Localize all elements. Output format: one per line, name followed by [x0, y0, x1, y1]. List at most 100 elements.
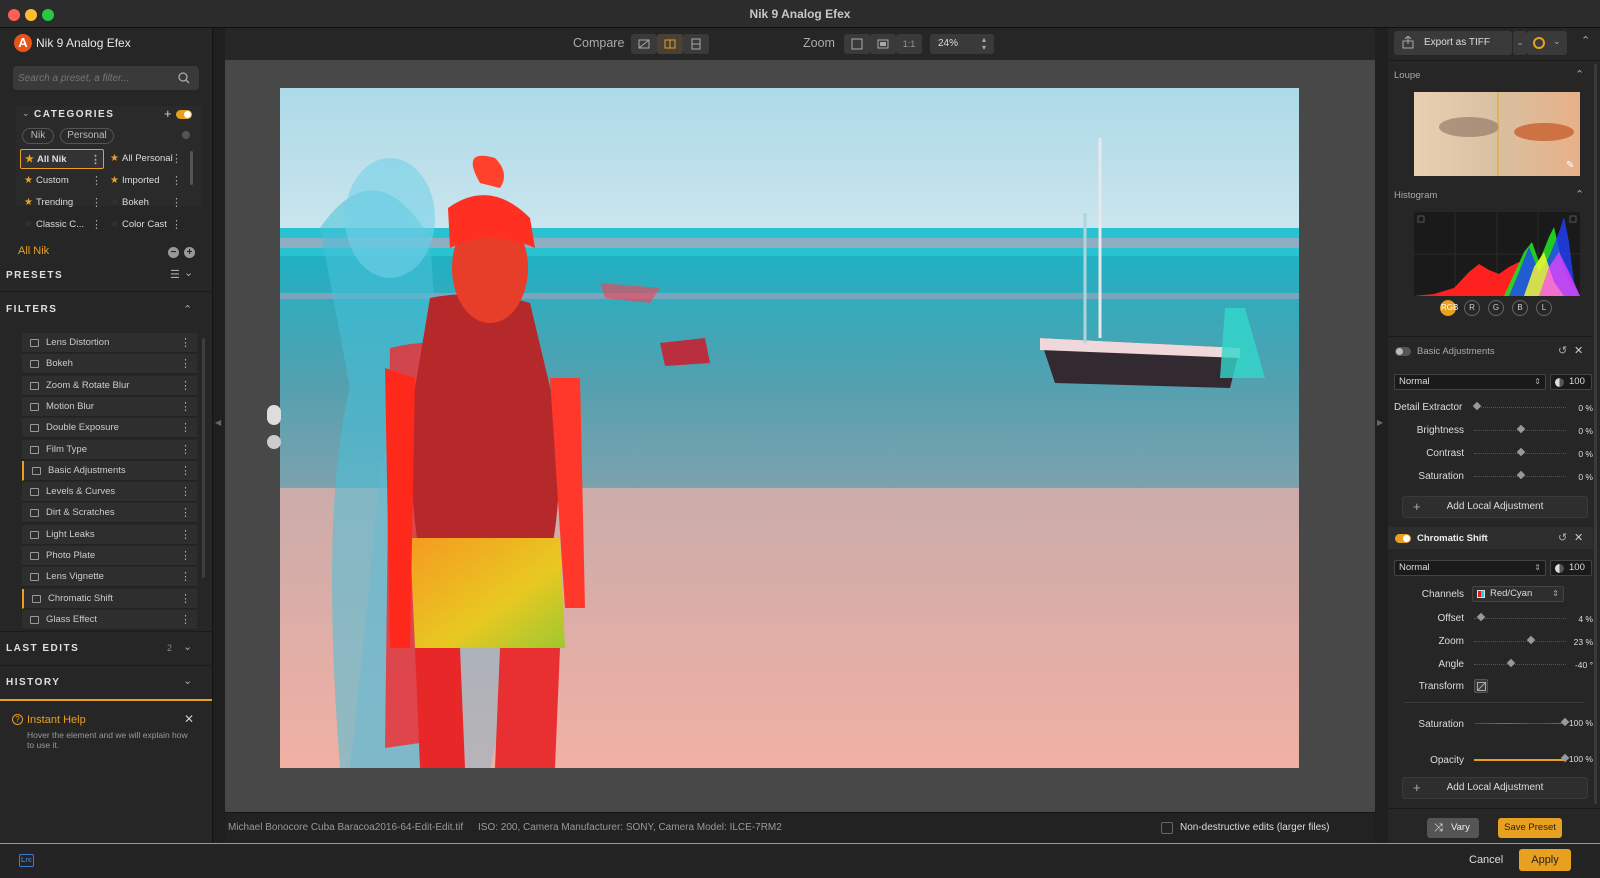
more-icon[interactable]: ⋮ [180, 567, 191, 587]
compare-split-button[interactable] [631, 34, 657, 54]
more-icon[interactable]: ⋮ [91, 215, 102, 235]
export-dropdown[interactable]: ⌄ [1513, 31, 1527, 55]
transform-button[interactable] [1474, 679, 1488, 693]
cancel-button[interactable]: Cancel [1469, 854, 1503, 866]
filter-item[interactable]: Motion Blur ⋮ [22, 396, 197, 417]
right-scrollbar[interactable] [1594, 64, 1597, 804]
basic-opacity-field[interactable]: 100 [1550, 374, 1592, 390]
chromatic-add-local-button[interactable]: + Add Local Adjustment [1402, 777, 1588, 799]
filter-item[interactable]: Bokeh ⋮ [22, 354, 197, 375]
filter-item[interactable]: Photo Plate ⋮ [22, 546, 197, 566]
chevron-down-icon[interactable]: ⌄ [184, 266, 193, 279]
vary-button[interactable]: ⤨ Vary [1427, 818, 1479, 838]
more-icon[interactable]: ⋮ [180, 525, 191, 545]
saturation-slider[interactable] [1474, 723, 1566, 724]
opacity-slider[interactable] [1474, 759, 1566, 761]
collapse-top-icon[interactable]: ⌃ [1581, 34, 1590, 47]
add-category-icon[interactable]: + [164, 106, 172, 121]
left-panel-collapse[interactable]: ◀ [213, 28, 225, 843]
slider-track[interactable] [1474, 641, 1566, 642]
filter-item[interactable]: Chromatic Shift ⋮ [22, 588, 197, 609]
compare-top-bottom-button[interactable] [683, 34, 709, 54]
chip-nik[interactable]: Nik [22, 128, 54, 144]
chevron-down-icon[interactable]: ⌄ [183, 674, 192, 687]
filter-item[interactable]: Film Type ⋮ [22, 439, 197, 460]
filter-item[interactable]: Lens Distortion ⋮ [22, 333, 197, 353]
add-icon[interactable]: + [184, 247, 195, 258]
split-handle[interactable] [267, 405, 281, 425]
basic-blend-mode[interactable]: Normal ⇕ [1394, 374, 1546, 390]
more-icon[interactable]: ⋮ [180, 333, 191, 353]
apply-button[interactable]: Apply [1519, 849, 1571, 871]
more-icon[interactable]: ⋮ [171, 215, 182, 235]
sync-button[interactable]: ⌄ [1527, 31, 1567, 55]
reset-icon[interactable]: ↺ [1558, 531, 1567, 544]
slider-track[interactable] [1474, 618, 1566, 619]
zoom-value-dropdown[interactable]: 24% ▴ ▾ [930, 34, 994, 54]
channels-dropdown[interactable]: Red/Cyan ⇕ [1472, 586, 1564, 602]
collapse-left-icon[interactable]: ◀ [215, 418, 221, 427]
basic-adjustments-toggle[interactable] [1395, 347, 1411, 356]
reset-icon[interactable]: ↺ [1558, 344, 1567, 357]
compare-side-by-side-button[interactable] [657, 34, 683, 54]
search-input[interactable] [18, 70, 173, 86]
histogram-b-button[interactable]: B [1512, 300, 1528, 316]
filter-item[interactable]: Dirt & Scratches ⋮ [22, 503, 197, 524]
swap-icon[interactable] [267, 435, 281, 449]
basic-add-local-button[interactable]: + Add Local Adjustment [1402, 496, 1588, 518]
more-icon[interactable]: ⋮ [180, 376, 191, 396]
photo-preview[interactable] [280, 88, 1299, 768]
list-view-icon[interactable]: ☰ [170, 268, 180, 281]
filter-item[interactable]: Glass Effect ⋮ [22, 609, 197, 630]
close-icon[interactable]: ✕ [184, 712, 194, 726]
more-icon[interactable]: ⋮ [91, 193, 102, 213]
more-icon[interactable]: ⋮ [91, 171, 102, 191]
category-classic[interactable]: ★ Classic C... ⋮ [20, 215, 104, 235]
filter-item[interactable]: Levels & Curves ⋮ [22, 482, 197, 503]
categories-toggle[interactable] [176, 110, 192, 119]
histogram-g-button[interactable]: G [1488, 300, 1504, 316]
collapse-right-icon[interactable]: ▶ [1377, 418, 1383, 427]
remove-icon[interactable]: − [168, 247, 179, 258]
chip-personal[interactable]: Personal [60, 128, 114, 144]
filter-item[interactable]: Double Exposure ⋮ [22, 418, 197, 439]
filter-item[interactable]: Lens Vignette ⋮ [22, 567, 197, 588]
nondestructive-checkbox[interactable] [1161, 822, 1173, 834]
category-all-personal[interactable]: ★ All Personal ⋮ [106, 149, 184, 169]
more-icon[interactable]: ⋮ [180, 418, 191, 438]
filter-item[interactable]: Zoom & Rotate Blur ⋮ [22, 375, 197, 396]
more-icon[interactable]: ⋮ [180, 461, 191, 481]
category-custom[interactable]: ★ Custom ⋮ [20, 171, 104, 191]
search-box[interactable] [13, 66, 199, 90]
zoom-1to1-button[interactable]: 1:1 [896, 34, 922, 54]
slider-track[interactable] [1474, 664, 1566, 665]
more-icon[interactable]: ⋮ [180, 589, 191, 609]
chevron-up-icon[interactable]: ⌃ [1575, 188, 1584, 201]
histogram-r-button[interactable]: R [1464, 300, 1480, 316]
more-icon[interactable]: ⋮ [180, 503, 191, 523]
more-icon[interactable]: ⋮ [180, 440, 191, 460]
filter-item[interactable]: Basic Adjustments ⋮ [22, 460, 197, 481]
chevron-down-icon[interactable]: ⌄ [22, 108, 30, 119]
more-icon[interactable]: ⋮ [171, 171, 182, 191]
category-color-cast[interactable]: ★ Color Cast ⋮ [106, 215, 184, 235]
image-canvas[interactable] [225, 60, 1375, 812]
chevron-up-icon[interactable]: ⌃ [1575, 68, 1584, 81]
more-icon[interactable]: ⋮ [180, 482, 191, 502]
chevron-down-icon[interactable]: ⌄ [183, 640, 192, 653]
chromatic-opacity-field[interactable]: 100 [1550, 560, 1592, 576]
slider-track[interactable] [1474, 407, 1566, 408]
chip-settings-icon[interactable] [182, 131, 190, 139]
more-icon[interactable]: ⋮ [180, 546, 191, 566]
lightroom-icon[interactable]: Lrc [19, 854, 34, 867]
close-icon[interactable]: ✕ [1574, 344, 1583, 357]
category-all-nik[interactable]: ★ All Nik ⋮ [20, 149, 104, 169]
more-icon[interactable]: ⋮ [180, 610, 191, 630]
chevron-up-icon[interactable]: ⌃ [183, 303, 192, 316]
category-bokeh[interactable]: ★ Bokeh ⋮ [106, 193, 184, 213]
zoom-fit-button[interactable] [844, 34, 870, 54]
category-trending[interactable]: ★ Trending ⋮ [20, 193, 104, 213]
export-button[interactable]: Export as TIFF [1394, 31, 1512, 55]
filter-item[interactable]: Light Leaks ⋮ [22, 524, 197, 545]
save-preset-button[interactable]: Save Preset [1498, 818, 1562, 838]
